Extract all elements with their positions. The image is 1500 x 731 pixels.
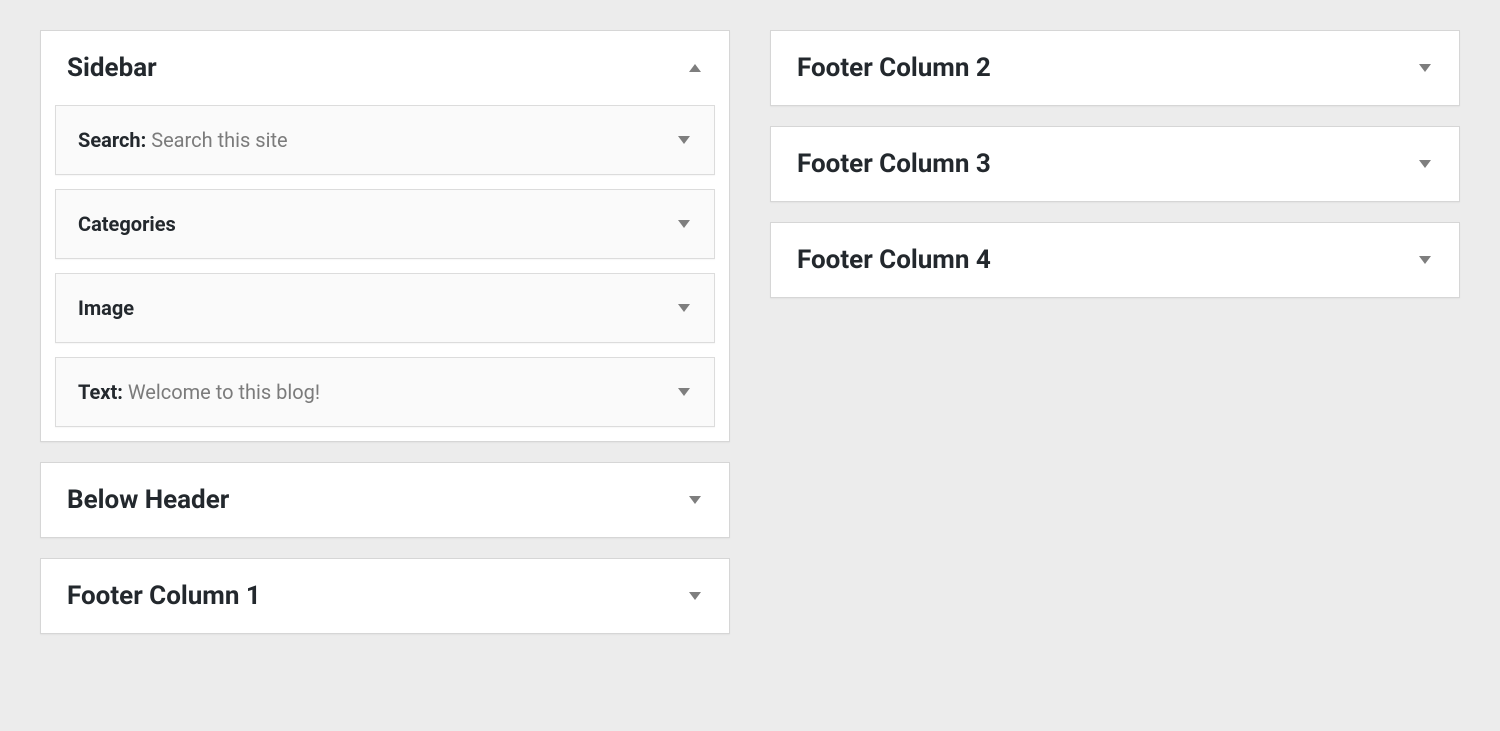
- widget-area-footer-col-3: Footer Column 3: [770, 126, 1460, 202]
- widget-area-title: Footer Column 1: [67, 581, 261, 611]
- widget-name: Text: [78, 380, 117, 404]
- widget-area-right-column: Footer Column 2 Footer Column 3 Footer C…: [770, 30, 1460, 634]
- widget-text-header[interactable]: Text: Welcome to this blog!: [56, 358, 714, 426]
- chevron-down-icon: [1417, 158, 1433, 170]
- chevron-down-icon: [687, 590, 703, 602]
- widget-area-title: Sidebar: [67, 53, 157, 83]
- chevron-down-icon: [1417, 62, 1433, 74]
- widget-image: Image: [55, 273, 715, 343]
- widget-area-title: Footer Column 2: [797, 53, 991, 83]
- widget-area-below-header: Below Header: [40, 462, 730, 538]
- widget-area-footer-col-2: Footer Column 2: [770, 30, 1460, 106]
- widget-subtitle: Welcome to this blog!: [128, 380, 320, 404]
- widget-area-footer-col-1: Footer Column 1: [40, 558, 730, 634]
- widget-area-below-header-header[interactable]: Below Header: [41, 463, 729, 537]
- widget-area-footer-col-3-header[interactable]: Footer Column 3: [771, 127, 1459, 201]
- widget-title: Text: Welcome to this blog!: [78, 380, 320, 404]
- widget-area-footer-col-2-header[interactable]: Footer Column 2: [771, 31, 1459, 105]
- widget-search-header[interactable]: Search: Search this site: [56, 106, 714, 174]
- widget-name: Image: [78, 296, 134, 320]
- widget-categories-header[interactable]: Categories: [56, 190, 714, 258]
- widget-area-sidebar: Sidebar Search: Search this site: [40, 30, 730, 442]
- chevron-down-icon: [676, 134, 692, 146]
- chevron-down-icon: [676, 218, 692, 230]
- widget-area-title: Below Header: [67, 485, 229, 515]
- widget-name: Search: [78, 128, 141, 152]
- widget-area-sidebar-body: Search: Search this site Categories: [41, 105, 729, 441]
- chevron-down-icon: [687, 494, 703, 506]
- widget-image-header[interactable]: Image: [56, 274, 714, 342]
- chevron-up-icon: [687, 62, 703, 74]
- widget-area-footer-col-1-header[interactable]: Footer Column 1: [41, 559, 729, 633]
- widget-name: Categories: [78, 212, 176, 236]
- widget-search: Search: Search this site: [55, 105, 715, 175]
- widget-area-title: Footer Column 4: [797, 245, 991, 275]
- widget-subtitle: Search this site: [151, 128, 287, 152]
- widget-area-left-column: Sidebar Search: Search this site: [40, 30, 730, 634]
- widget-title: Categories: [78, 212, 176, 236]
- widget-text: Text: Welcome to this blog!: [55, 357, 715, 427]
- chevron-down-icon: [676, 386, 692, 398]
- widget-categories: Categories: [55, 189, 715, 259]
- widget-title: Image: [78, 296, 134, 320]
- widget-title: Search: Search this site: [78, 128, 288, 152]
- chevron-down-icon: [676, 302, 692, 314]
- widget-area-footer-col-4: Footer Column 4: [770, 222, 1460, 298]
- widget-area-footer-col-4-header[interactable]: Footer Column 4: [771, 223, 1459, 297]
- chevron-down-icon: [1417, 254, 1433, 266]
- widget-area-title: Footer Column 3: [797, 149, 991, 179]
- widget-area-sidebar-header[interactable]: Sidebar: [41, 31, 729, 105]
